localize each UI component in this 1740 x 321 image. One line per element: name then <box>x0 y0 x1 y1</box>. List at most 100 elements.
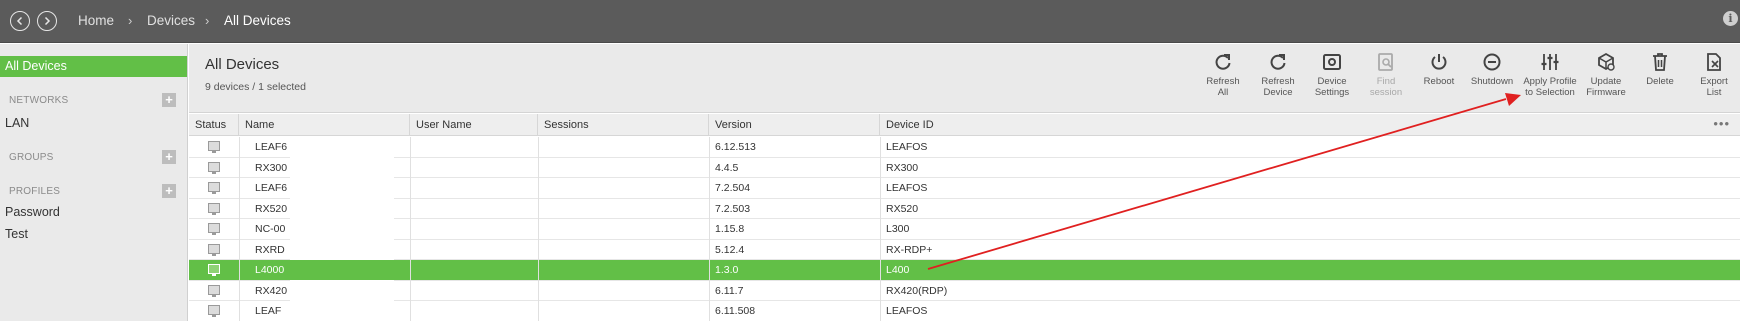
table-header: Status Name User Name Sessions Version D… <box>189 114 1740 136</box>
device-status-icon <box>208 182 220 194</box>
device-status-icon <box>208 284 220 297</box>
delete-button[interactable]: Delete <box>1634 52 1686 87</box>
device-status-icon <box>208 305 220 317</box>
device-id-cell: L400 <box>886 264 910 276</box>
device-id-cell: LEAFOS <box>886 182 928 194</box>
device-status-icon <box>208 223 220 235</box>
export-list-button[interactable]: Export List <box>1688 52 1740 98</box>
column-device-id[interactable]: Device ID <box>880 114 1580 136</box>
find-session-label-1: Find <box>1376 76 1396 87</box>
table-row[interactable]: RXRD 5.12.4 RX-RDP+ <box>189 240 1740 260</box>
power-icon <box>1431 54 1447 70</box>
column-sessions[interactable]: Sessions <box>538 114 709 136</box>
apply-profile-label-1: Apply Profile <box>1523 76 1577 87</box>
column-divider <box>239 137 240 321</box>
device-name-cell: LEAF6 <box>255 141 288 153</box>
refresh-device-label-2: Device <box>1263 87 1293 98</box>
table-row[interactable]: RX300 4.4.5 RX300 <box>189 158 1740 178</box>
device-name-cell: LEAF <box>255 305 282 317</box>
content-header: All Devices 9 devices / 1 selected Refre… <box>189 44 1740 113</box>
sidebar: All Devices NETWORKS + LAN GROUPS + PROF… <box>0 44 188 321</box>
column-divider <box>538 137 539 321</box>
device-status-icon <box>208 202 220 215</box>
redaction-mask <box>290 137 394 321</box>
refresh-all-button[interactable]: Refresh All <box>1197 52 1249 98</box>
breadcrumb-home[interactable]: Home <box>78 13 114 28</box>
device-settings-label-1: Device <box>1317 76 1347 87</box>
device-status-icon <box>208 243 220 256</box>
refresh-device-icon <box>1270 54 1286 70</box>
table-row[interactable]: LEAF6 6.12.513 LEAFOS <box>189 137 1740 158</box>
find-session-label-2: session <box>1369 87 1403 98</box>
column-version[interactable]: Version <box>709 114 880 136</box>
device-id-cell: LEAFOS <box>886 141 928 153</box>
device-id-cell: RX-RDP+ <box>886 243 933 256</box>
add-profile-icon[interactable]: + <box>162 184 176 198</box>
reboot-button[interactable]: Reboot <box>1413 52 1465 87</box>
delete-label: Delete <box>1646 76 1674 87</box>
forward-icon[interactable] <box>37 11 57 31</box>
version-cell: 5.12.4 <box>715 243 745 256</box>
breadcrumb-devices[interactable]: Devices <box>147 13 195 28</box>
column-divider <box>880 137 881 321</box>
refresh-device-button[interactable]: Refresh Device <box>1252 52 1304 98</box>
column-status[interactable]: Status <box>189 114 239 136</box>
sliders-icon <box>1541 54 1559 70</box>
device-name-cell: LEAF6 <box>255 182 288 194</box>
device-status-icon <box>208 264 220 276</box>
column-user-name[interactable]: User Name <box>410 114 538 136</box>
firmware-icon <box>1598 52 1615 71</box>
update-firmware-button[interactable]: Update Firmware <box>1580 52 1632 98</box>
find-session-icon <box>1378 53 1393 71</box>
column-divider <box>709 137 710 321</box>
table-row[interactable]: RX420 6.11.7 RX420(RDP) <box>189 281 1740 301</box>
version-cell: 6.12.513 <box>715 141 756 153</box>
shutdown-button[interactable]: Shutdown <box>1466 52 1518 87</box>
refresh-all-icon <box>1215 54 1231 70</box>
update-firmware-label-2: Firmware <box>1586 87 1626 98</box>
sidebar-item-test[interactable]: Test <box>5 227 28 241</box>
settings-icon <box>1323 54 1341 70</box>
breadcrumb-separator: › <box>205 13 210 28</box>
more-options-icon[interactable]: ••• <box>1713 116 1730 131</box>
device-name-cell: NC-00 <box>255 223 286 235</box>
refresh-all-label-1: Refresh <box>1206 76 1240 87</box>
version-cell: 6.11.508 <box>715 305 756 317</box>
info-icon[interactable]: i <box>1723 11 1738 26</box>
back-icon[interactable] <box>10 11 30 31</box>
shutdown-icon <box>1483 53 1501 71</box>
add-network-icon[interactable]: + <box>162 93 176 107</box>
find-session-button[interactable]: Find session <box>1360 52 1412 98</box>
refresh-device-label-1: Refresh <box>1261 76 1295 87</box>
table-row[interactable]: LEAF6 7.2.504 LEAFOS <box>189 178 1740 199</box>
table-row[interactable]: NC-00 1.15.8 L300 <box>189 219 1740 240</box>
sidebar-item-password[interactable]: Password <box>5 205 60 219</box>
breadcrumb-separator: › <box>128 13 133 28</box>
version-cell: 7.2.504 <box>715 182 751 194</box>
table-row[interactable]: LEAF 6.11.508 LEAFOS <box>189 301 1740 321</box>
breadcrumb-current: All Devices <box>224 13 291 28</box>
device-id-cell: RX420(RDP) <box>886 284 948 297</box>
apply-profile-label-2: to Selection <box>1525 87 1575 98</box>
device-count: 9 devices / 1 selected <box>205 81 306 93</box>
table-row[interactable]: RX520 7.2.503 RX520 <box>189 199 1740 219</box>
device-name-cell: RX300 <box>255 161 288 174</box>
device-settings-button[interactable]: Device Settings <box>1306 52 1358 98</box>
apply-profile-button[interactable]: Apply Profile to Selection <box>1520 52 1580 98</box>
device-id-cell: LEAFOS <box>886 305 928 317</box>
selected-row-fill <box>290 260 394 280</box>
version-cell: 6.11.7 <box>715 284 744 297</box>
add-group-icon[interactable]: + <box>162 150 176 164</box>
sidebar-item-lan[interactable]: LAN <box>5 116 29 130</box>
sidebar-heading-groups: GROUPS <box>9 152 54 163</box>
sidebar-item-all-devices[interactable]: All Devices <box>0 56 187 77</box>
version-cell: 1.15.8 <box>715 223 745 235</box>
sidebar-heading-networks: NETWORKS <box>9 95 69 106</box>
column-name[interactable]: Name <box>239 114 410 136</box>
update-firmware-label-1: Update <box>1590 76 1622 87</box>
device-id-cell: L300 <box>886 223 910 235</box>
device-id-cell: RX520 <box>886 202 919 215</box>
reboot-label: Reboot <box>1423 76 1455 87</box>
device-name-cell: RX520 <box>255 202 288 215</box>
table-row[interactable]: L4000 1.3.0 L400 <box>189 260 1740 281</box>
